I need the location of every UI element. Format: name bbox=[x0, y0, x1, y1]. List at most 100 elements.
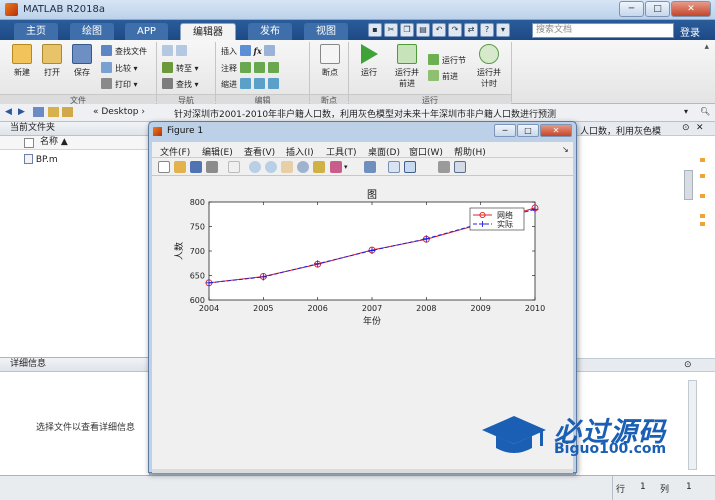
menu-view[interactable]: 查看(V) bbox=[244, 145, 275, 158]
menu-file[interactable]: 文件(F) bbox=[160, 145, 190, 158]
tab-apps[interactable]: APP bbox=[125, 23, 168, 40]
save-quick-icon[interactable]: ▪ bbox=[368, 23, 382, 37]
help-quick-icon[interactable]: ? bbox=[480, 23, 494, 37]
forward-nav-icon[interactable] bbox=[176, 45, 187, 56]
ribbon-collapse-icon[interactable]: ▴ bbox=[704, 42, 709, 52]
colorbar-icon[interactable] bbox=[388, 161, 400, 173]
menu-insert[interactable]: 插入(I) bbox=[286, 145, 314, 158]
pointer-icon[interactable] bbox=[228, 161, 240, 173]
save-button[interactable]: 保存 bbox=[68, 44, 96, 78]
select-all-checkbox[interactable] bbox=[24, 138, 34, 148]
compare-button[interactable]: 比较 ▾ bbox=[101, 62, 138, 74]
pan-hand-icon[interactable] bbox=[281, 161, 293, 173]
command-scrollbar[interactable] bbox=[688, 380, 697, 470]
figure-maximize-button[interactable]: □ bbox=[517, 124, 539, 137]
comment-button[interactable]: 注释 bbox=[221, 62, 282, 74]
cut-quick-icon[interactable]: ✂ bbox=[384, 23, 398, 37]
tab-publish[interactable]: 发布 bbox=[248, 23, 292, 40]
decrease-indent-icon[interactable] bbox=[267, 78, 279, 89]
brush-dropdown-icon[interactable]: ▾ bbox=[344, 161, 350, 173]
switch-windows-icon[interactable]: ⇄ bbox=[464, 23, 478, 37]
tab-home[interactable]: 主页 bbox=[14, 23, 58, 40]
run-section-button[interactable]: 运行节 bbox=[428, 54, 466, 66]
brush-icon[interactable] bbox=[330, 161, 342, 173]
close-button[interactable]: ✕ bbox=[671, 1, 711, 17]
zoom-in-icon[interactable] bbox=[249, 161, 261, 173]
name-column-header[interactable]: 名称 ▲ bbox=[0, 136, 149, 150]
legend-icon[interactable] bbox=[404, 161, 416, 173]
menu-window[interactable]: 窗口(W) bbox=[409, 145, 443, 158]
code-analyzer-mark[interactable] bbox=[700, 214, 705, 218]
paste-quick-icon[interactable]: ▤ bbox=[416, 23, 430, 37]
wrap-comment-icon[interactable] bbox=[267, 62, 279, 73]
fx-icon[interactable]: fx bbox=[254, 46, 262, 56]
row-value: 1 bbox=[640, 482, 646, 492]
editor-close-icon[interactable]: ✕ bbox=[696, 123, 704, 133]
tab-view[interactable]: 视图 bbox=[304, 23, 348, 40]
code-analyzer-mark[interactable] bbox=[700, 158, 705, 162]
minimize-button[interactable]: ─ bbox=[619, 1, 644, 17]
menu-help[interactable]: 帮助(H) bbox=[454, 145, 486, 158]
increase-indent-icon[interactable] bbox=[253, 78, 265, 89]
menu-tools[interactable]: 工具(T) bbox=[326, 145, 357, 158]
run-button[interactable]: 运行 bbox=[356, 44, 382, 78]
run-and-time-button[interactable]: 运行并 计时 bbox=[474, 44, 504, 89]
quick-access-dropdown-icon[interactable]: ▾ bbox=[496, 23, 510, 37]
tab-editor[interactable]: 编辑器 bbox=[180, 23, 236, 40]
y-tick-label: 750 bbox=[190, 223, 205, 232]
new-figure-icon[interactable] bbox=[158, 161, 170, 173]
code-analyzer-mark[interactable] bbox=[700, 174, 705, 178]
up-folder-icon[interactable] bbox=[33, 107, 44, 117]
copy-quick-icon[interactable]: ❐ bbox=[400, 23, 414, 37]
print-button[interactable]: 打印 ▾ bbox=[101, 78, 138, 90]
print-figure-icon[interactable] bbox=[206, 161, 218, 173]
figure-menubar: 文件(F) 编辑(E) 查看(V) 插入(I) 工具(T) 桌面(D) 窗口(W… bbox=[152, 142, 573, 158]
code-analyzer-mark[interactable] bbox=[700, 222, 705, 226]
sign-in-link[interactable]: 登录 bbox=[680, 24, 700, 39]
current-path[interactable]: 针对深圳市2001-2010年非户籍人口数，利用灰色模型对未来十年深圳市非户籍人… bbox=[174, 107, 556, 120]
new-button[interactable]: 新建 bbox=[8, 44, 36, 78]
menu-desktop[interactable]: 桌面(D) bbox=[368, 145, 400, 158]
advance-button[interactable]: 前进 bbox=[428, 70, 458, 82]
maximize-button[interactable]: □ bbox=[645, 1, 670, 17]
browse-folder-icon[interactable] bbox=[48, 107, 59, 117]
code-analyzer-mark[interactable] bbox=[700, 194, 705, 198]
figure-close-button[interactable]: ✕ bbox=[540, 124, 572, 137]
data-cursor-icon[interactable] bbox=[313, 161, 325, 173]
breakpoints-button[interactable]: 断点 bbox=[316, 44, 344, 78]
uncomment-icon[interactable] bbox=[253, 62, 265, 73]
run-and-advance-button[interactable]: 运行并 前进 bbox=[390, 44, 424, 89]
find-button[interactable]: 查找 ▾ bbox=[162, 78, 199, 90]
menu-edit[interactable]: 编辑(E) bbox=[202, 145, 233, 158]
path-dropdown-icon[interactable]: ▾ bbox=[684, 107, 688, 116]
goto-button[interactable]: 转至 ▾ bbox=[162, 62, 199, 74]
redo-quick-icon[interactable]: ↷ bbox=[448, 23, 462, 37]
indent-button[interactable]: 缩进 bbox=[221, 78, 282, 90]
open-file-icon[interactable] bbox=[174, 161, 186, 173]
rotate-3d-icon[interactable] bbox=[297, 161, 309, 173]
back-nav-icon[interactable] bbox=[162, 45, 173, 56]
undo-quick-icon[interactable]: ↶ bbox=[432, 23, 446, 37]
insert-function-icon[interactable] bbox=[264, 45, 276, 56]
show-plot-tools-icon[interactable] bbox=[454, 161, 466, 173]
path-prefix[interactable]: « Desktop › bbox=[93, 107, 145, 117]
list-item[interactable]: BP.m bbox=[24, 154, 58, 165]
menu-dock-icon[interactable]: ↘ bbox=[562, 145, 569, 154]
forward-arrow-icon[interactable]: ▶ bbox=[18, 107, 25, 117]
save-figure-icon[interactable] bbox=[190, 161, 202, 173]
insert-button[interactable]: 插入 fx bbox=[221, 45, 278, 57]
back-arrow-icon[interactable]: ◀ bbox=[5, 107, 12, 117]
search-docs-input[interactable]: 搜索文档 bbox=[532, 23, 674, 38]
hide-plot-tools-icon[interactable] bbox=[438, 161, 450, 173]
open-button[interactable]: 打开 bbox=[38, 44, 66, 78]
tab-plots[interactable]: 绘图 bbox=[70, 23, 114, 40]
editor-options-icon[interactable]: ⊙ bbox=[682, 123, 690, 133]
editor-scrollbar-thumb[interactable] bbox=[684, 170, 693, 200]
path-search-icon[interactable]: 🔍︎ bbox=[700, 107, 710, 116]
folder-icon[interactable] bbox=[62, 107, 73, 117]
zoom-out-icon[interactable] bbox=[265, 161, 277, 173]
figure-minimize-button[interactable]: ─ bbox=[494, 124, 516, 137]
link-plot-icon[interactable] bbox=[364, 161, 376, 173]
command-window-options-icon[interactable]: ⊙ bbox=[684, 360, 692, 370]
find-files-button[interactable]: 查找文件 bbox=[101, 45, 147, 57]
